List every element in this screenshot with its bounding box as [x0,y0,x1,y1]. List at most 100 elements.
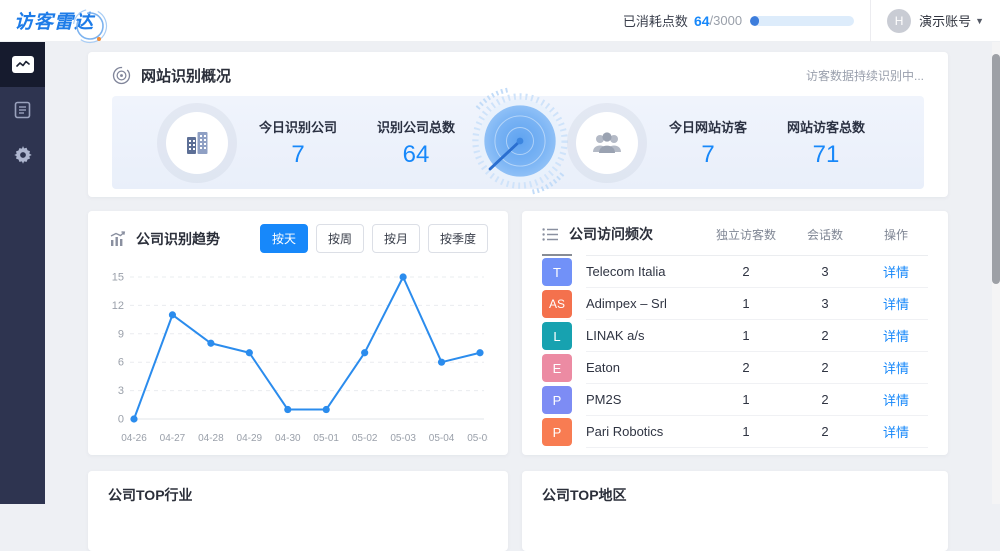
avatar: H [887,9,911,33]
points-used-value: 64 [694,13,710,29]
svg-text:3: 3 [118,385,124,397]
page-scrollbar [992,42,1000,504]
company-trend-card: 公司识别趋势 按天按周按月按季度 0369121504-2604-2704-28… [88,211,508,455]
sessions-value: 2 [786,360,864,375]
svg-text:05-03: 05-03 [390,433,416,444]
trend-chart-icon [108,231,126,247]
company-name: Telecom Italia [586,264,706,279]
detail-link[interactable]: 详情 [864,390,928,409]
frequency-header-divider [542,254,928,256]
sidebar [0,42,45,504]
gear-icon [14,146,32,164]
detail-link[interactable]: 详情 [864,326,928,345]
detail-link[interactable]: 详情 [864,422,928,441]
sessions-value: 2 [786,328,864,343]
dashboard-monitor-icon [12,56,34,73]
table-row: PPari Robotics12详情 [542,416,928,448]
svg-text:04-30: 04-30 [275,433,301,444]
stat-label: 识别公司总数 [368,117,464,136]
svg-text:04-27: 04-27 [160,433,186,444]
svg-text:04-29: 04-29 [237,433,263,444]
stat-value: 64 [368,141,464,169]
site-recognition-overview-card: 网站识别概况 访客数据持续识别中... [88,52,948,197]
stat-value: 7 [250,141,346,169]
column-header-unique-visitors: 独立访客数 [706,226,786,243]
trend-line-chart: 0369121504-2604-2704-2804-2904-3005-0105… [108,263,488,454]
trend-tab-1[interactable]: 按周 [316,224,364,253]
company-buildings-icon [166,112,228,174]
account-name: 演示账号 [919,11,971,30]
unique-visitors-value: 1 [706,328,786,343]
company-name: Adimpex – Srl [586,296,706,311]
company-avatar: AS [542,290,572,318]
svg-text:04-28: 04-28 [198,433,224,444]
company-avatar: P [542,386,572,414]
svg-text:0: 0 [118,414,124,426]
svg-text:05-02: 05-02 [352,433,378,444]
points-consumed-label: 已消耗点数 [623,11,688,30]
app-logo[interactable]: 访客雷达 [0,7,140,34]
company-avatar: L [542,322,572,350]
svg-text:04-26: 04-26 [121,433,147,444]
stat-visitors-today: 今日网站访客 7 [660,117,756,169]
detail-link[interactable]: 详情 [864,262,928,281]
table-row: L LINAK a/s12详情 [542,320,928,352]
stat-label: 今日识别公司 [250,117,346,136]
trend-period-tabs: 按天按周按月按季度 [260,224,488,253]
topbar-divider [870,0,871,42]
svg-text:05-04: 05-04 [429,433,455,444]
account-menu[interactable]: H 演示账号 ▼ [887,9,1000,33]
points-progress-bar [750,16,854,26]
sidebar-item-dashboard[interactable] [0,42,45,87]
company-name: Pari Robotics [586,424,706,439]
sidebar-item-records[interactable] [0,87,45,132]
stat-label: 今日网站访客 [660,117,756,136]
stat-companies-today: 今日识别公司 7 [250,117,346,169]
stat-visitors-total: 网站访客总数 71 [778,117,874,169]
detail-link[interactable]: 详情 [864,294,928,313]
table-row: T Telecom Italia23详情 [542,256,928,288]
stat-label: 网站访客总数 [778,117,874,136]
company-name: LINAK a/s [586,328,706,343]
recognition-status-text: 访客数据持续识别中... [806,67,924,84]
top-industry-card: 公司TOP行业 [88,471,508,551]
unique-visitors-value: 2 [706,360,786,375]
stat-value: 71 [778,141,874,169]
frequency-title: 公司访问频次 [569,224,653,244]
svg-text:15: 15 [112,272,124,284]
svg-text:05-01: 05-01 [313,433,339,444]
sessions-value: 3 [786,264,864,279]
trend-tab-0[interactable]: 按天 [260,224,308,253]
radar-logo-icon [72,9,108,45]
stat-value: 7 [660,141,756,169]
radar-target-icon [112,66,131,85]
unique-visitors-value: 1 [706,392,786,407]
document-list-icon [14,101,31,119]
scrollbar-thumb[interactable] [992,54,1000,284]
top-industry-title: 公司TOP行业 [108,485,488,505]
trend-title: 公司识别趋势 [136,229,220,249]
top-bar: 访客雷达 已消耗点数 64 /3000 H 演示账号 ▼ [0,0,1000,42]
company-avatar: T [542,258,572,286]
detail-link[interactable]: 详情 [864,358,928,377]
top-region-card: 公司TOP地区 [522,471,948,551]
company-name: Eaton [586,360,706,375]
company-name: PM2S [586,392,706,407]
svg-text:05-05: 05-05 [467,433,488,444]
frequency-rows: TTelecom Italia23详情ASAdimpex – Srl13详情LL… [542,256,928,448]
stat-companies-total: 识别公司总数 64 [368,117,464,169]
points-progress-fill [750,16,759,26]
sessions-value: 3 [786,296,864,311]
company-avatar: E [542,354,572,382]
unique-visitors-value: 1 [706,296,786,311]
trend-tab-2[interactable]: 按月 [372,224,420,253]
column-header-sessions: 会话数 [786,226,864,243]
trend-tab-3[interactable]: 按季度 [428,224,488,253]
sidebar-item-settings[interactable] [0,132,45,177]
table-row: PPM2S12详情 [542,384,928,416]
chevron-down-icon: ▼ [975,16,984,26]
table-row: AS Adimpex – Srl13详情 [542,288,928,320]
points-total-value: /3000 [710,13,743,28]
table-row: EEaton22详情 [542,352,928,384]
unique-visitors-value: 2 [706,264,786,279]
